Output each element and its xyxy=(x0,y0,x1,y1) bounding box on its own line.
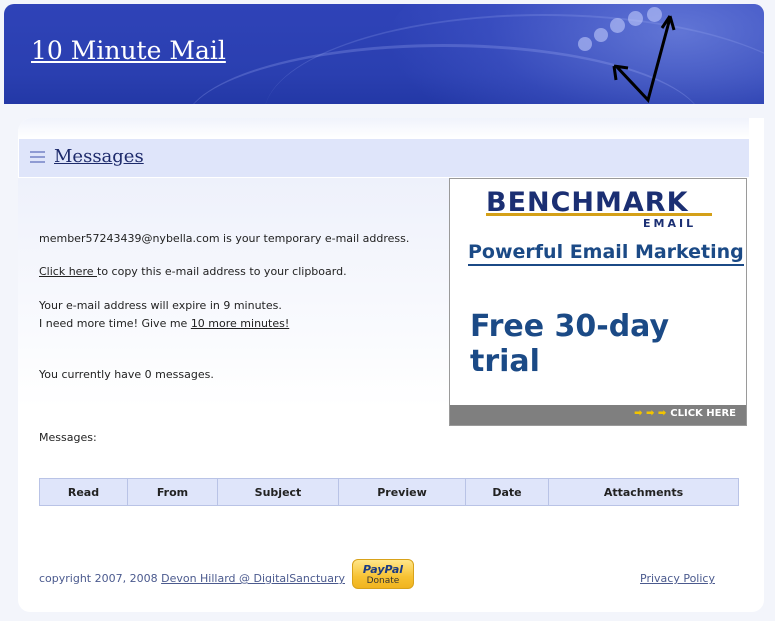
table-header-row: Read From Subject Preview Date Attachmen… xyxy=(39,478,739,506)
email-address-text: member57243439@nybella.com is your tempo… xyxy=(39,232,410,245)
messages-section-link[interactable]: Messages xyxy=(54,146,144,167)
ad-arrow-icons: ➡ ➡ ➡ xyxy=(634,408,667,419)
expire-text: Your e-mail address will expire in 9 min… xyxy=(39,299,282,312)
header-dot xyxy=(578,37,592,51)
copyright-text: copyright 2007, 2008 xyxy=(39,572,162,585)
benchmark-ad-banner[interactable]: BENCHMARK EMAIL Powerful Email Marketing… xyxy=(449,178,747,426)
column-header-date[interactable]: Date xyxy=(465,478,549,506)
more-minutes-link[interactable]: 10 more minutes! xyxy=(191,317,289,330)
ad-headline: Powerful Email Marketing xyxy=(468,241,744,266)
messages-label: Messages: xyxy=(39,431,97,444)
ad-footer-bar: ➡ ➡ ➡ CLICK HERE xyxy=(450,405,746,425)
ad-click-here-button[interactable]: ➡ ➡ ➡ CLICK HERE xyxy=(634,408,736,419)
header-dot xyxy=(594,28,608,42)
column-header-read[interactable]: Read xyxy=(39,478,128,506)
privacy-policy-link[interactable]: Privacy Policy xyxy=(640,572,715,585)
copy-line: Click here to copy this e-mail address t… xyxy=(39,265,347,278)
panel-top-band xyxy=(18,118,749,138)
paypal-donate-button[interactable]: PayPal Donate xyxy=(352,559,414,589)
logo-arrow-icon xyxy=(612,15,676,103)
more-time-line: I need more time! Give me 10 more minute… xyxy=(39,317,289,330)
messages-table: Read From Subject Preview Date Attachmen… xyxy=(39,478,739,506)
column-header-preview[interactable]: Preview xyxy=(338,478,466,506)
ad-brand-sub: EMAIL xyxy=(643,217,697,230)
copy-line-text: to copy this e-mail address to your clip… xyxy=(97,265,347,278)
paypal-logo: PayPal xyxy=(362,563,404,576)
message-count-text: You currently have 0 messages. xyxy=(39,368,214,381)
menu-lines-icon xyxy=(30,151,45,163)
ad-offer: Free 30-day trial xyxy=(470,309,670,379)
copy-to-clipboard-link[interactable]: Click here xyxy=(39,265,97,278)
column-header-from[interactable]: From xyxy=(127,478,218,506)
author-link[interactable]: Devon Hillard @ DigitalSanctuary xyxy=(161,572,345,585)
ad-brand-underline xyxy=(486,213,712,216)
paypal-donate-label: Donate xyxy=(366,576,400,586)
ad-cta-label: CLICK HERE xyxy=(670,408,736,419)
column-header-subject[interactable]: Subject xyxy=(217,478,339,506)
column-header-attachments[interactable]: Attachments xyxy=(548,478,739,506)
site-title-link[interactable]: 10 Minute Mail xyxy=(31,36,226,65)
more-time-text: I need more time! Give me xyxy=(39,317,191,330)
copyright-line: copyright 2007, 2008 Devon Hillard @ Dig… xyxy=(39,572,345,585)
